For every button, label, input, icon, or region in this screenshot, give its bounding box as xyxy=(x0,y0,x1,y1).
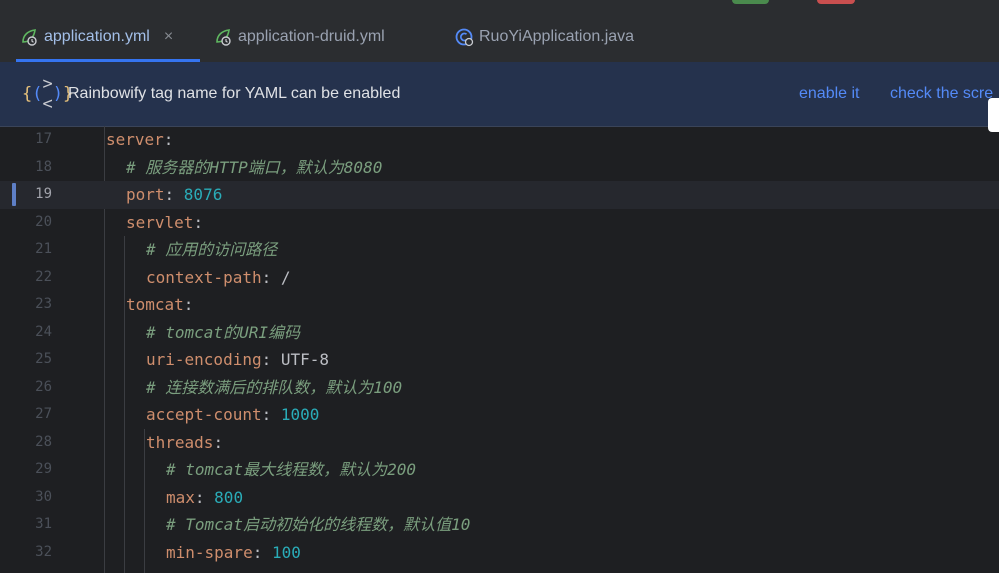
line-number: 22 xyxy=(35,268,52,285)
yaml-comment: # 应用的访问路径 xyxy=(146,240,278,259)
line-number: 27 xyxy=(35,406,52,422)
yaml-colon: : xyxy=(213,432,224,452)
yaml-key: threads xyxy=(146,432,214,452)
check-the-screen-link[interactable]: check the scre xyxy=(890,85,993,103)
editor-tab-bar: application.yml × application-druid.yml … xyxy=(0,12,999,63)
yaml-key: port xyxy=(126,185,165,204)
yaml-colon: : xyxy=(261,267,281,287)
yaml-comment: # 服务器的HTTP端口，默认为8080 xyxy=(126,157,383,177)
line-number: 30 xyxy=(35,488,52,505)
code-line: 17 server: xyxy=(0,126,999,154)
tab-label: RuoYiApplication.java xyxy=(479,28,635,45)
run-status-indicator[interactable] xyxy=(732,0,769,4)
code-line: 29 # tomcat最大线程数，默认为200 xyxy=(0,456,999,484)
yaml-key: server xyxy=(106,130,164,149)
java-class-icon xyxy=(453,26,475,48)
line-number: 25 xyxy=(35,351,52,367)
line-number: 17 xyxy=(35,131,52,147)
yaml-value: UTF-8 xyxy=(280,350,330,369)
tab-application-druid-yml[interactable]: application-druid.yml xyxy=(212,12,385,62)
yaml-colon: : xyxy=(193,212,204,232)
line-number: 29 xyxy=(35,461,52,477)
code-line: 20 servlet: xyxy=(0,209,999,237)
line-number: 32 xyxy=(35,543,52,560)
code-line: 18 # 服务器的HTTP端口，默认为8080 xyxy=(0,154,999,182)
code-line: 27 accept-count: 1000 xyxy=(0,401,999,429)
yaml-comment: # tomcat最大线程数，默认为200 xyxy=(166,460,416,479)
line-number: 20 xyxy=(35,213,52,230)
code-line: 23 tomcat: xyxy=(0,291,999,319)
tab-application-yml[interactable]: application.yml × xyxy=(16,12,200,62)
code-line: 28 threads: xyxy=(0,429,999,457)
yaml-key: tomcat xyxy=(126,295,184,314)
banner-message: Rainbowify tag name for YAML can be enab… xyxy=(68,85,401,102)
yaml-comment: # tomcat的URI编码 xyxy=(146,322,300,342)
code-line: 21 # 应用的访问路径 xyxy=(0,236,999,264)
yaml-key: uri-encoding xyxy=(146,350,262,369)
code-line-current: 19 port: 8076 xyxy=(0,181,999,209)
tab-label: application-druid.yml xyxy=(238,28,385,45)
code-line: 30 max: 800 xyxy=(0,484,999,512)
window-top-strip xyxy=(0,0,999,12)
code-editor[interactable]: 17 server: 18 # 服务器的HTTP端口，默认为8080 19 po… xyxy=(0,126,999,573)
line-number: 18 xyxy=(35,158,52,175)
yaml-comment: # Tomcat启动初始化的线程数，默认值10 xyxy=(166,515,471,534)
line-number: 24 xyxy=(35,323,52,340)
yaml-colon: : xyxy=(261,405,281,424)
yaml-key: min-spare xyxy=(166,542,253,562)
yaml-colon: : xyxy=(261,350,281,369)
yaml-value: 1000 xyxy=(280,405,320,424)
yaml-key: servlet xyxy=(126,212,194,232)
yaml-value: 100 xyxy=(271,542,301,562)
yaml-value: 8076 xyxy=(183,185,223,204)
tab-ruoyiapplication-java[interactable]: RuoYiApplication.java xyxy=(453,12,634,62)
close-tab-icon[interactable]: × xyxy=(164,28,173,46)
code-line: 26 # 连接数满后的排队数，默认为100 xyxy=(0,374,999,402)
yaml-file-icon xyxy=(212,26,234,48)
code-line: 24 # tomcat的URI编码 xyxy=(0,319,999,347)
yaml-key: context-path xyxy=(146,267,262,287)
line-number: 21 xyxy=(35,241,52,257)
code-line: 22 context-path: / xyxy=(0,264,999,292)
yaml-comment: # 连接数满后的排队数，默认为100 xyxy=(146,377,403,397)
line-number: 23 xyxy=(35,296,52,312)
yaml-colon: : xyxy=(163,130,174,149)
line-number: 19 xyxy=(35,186,52,202)
tab-label: application.yml xyxy=(44,28,150,45)
rainbowify-notification-banner: {(><)} Rainbowify tag name for YAML can … xyxy=(0,62,999,132)
line-number: 26 xyxy=(35,378,52,395)
code-line: 31 # Tomcat启动初始化的线程数，默认值10 xyxy=(0,511,999,539)
stop-status-indicator[interactable] xyxy=(817,0,855,4)
yaml-colon: : xyxy=(194,487,215,507)
yaml-file-icon xyxy=(18,26,40,48)
yaml-colon: : xyxy=(164,185,184,204)
yaml-value: 800 xyxy=(214,487,244,507)
line-number: 28 xyxy=(35,433,52,450)
yaml-key: accept-count xyxy=(146,405,262,424)
line-number: 31 xyxy=(35,516,52,532)
enable-it-link[interactable]: enable it xyxy=(799,85,860,103)
yaml-colon: : xyxy=(252,542,272,562)
yaml-colon: : xyxy=(183,295,194,314)
yaml-value: / xyxy=(280,267,291,287)
yaml-key: max xyxy=(166,487,195,507)
rainbow-brackets-icon: {(><)} xyxy=(22,74,74,114)
code-line: 25 uri-encoding: UTF-8 xyxy=(0,346,999,374)
code-line: 32 min-spare: 100 xyxy=(0,539,999,567)
